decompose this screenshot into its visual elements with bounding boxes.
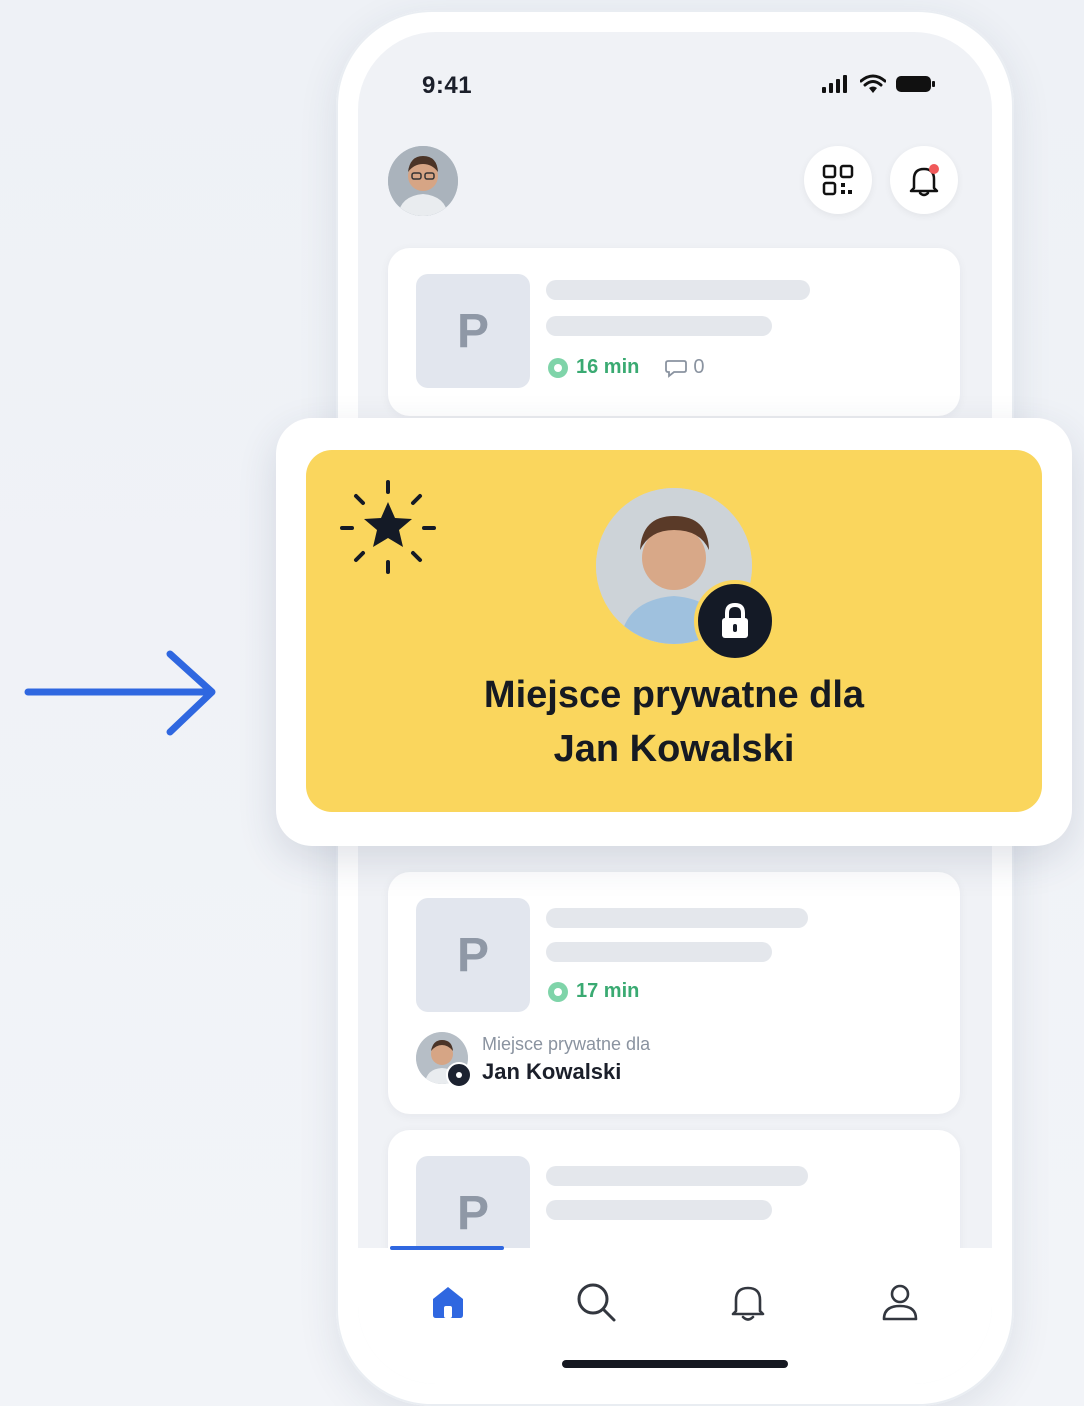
lock-icon — [694, 580, 776, 662]
card-meta: 16 min 0 — [548, 356, 704, 379]
comments-count: 0 — [665, 356, 704, 379]
wifi-icon — [860, 74, 886, 93]
status-icons — [822, 74, 936, 94]
owner-name: Jan Kowalski — [482, 1059, 622, 1084]
search-icon — [577, 1283, 616, 1322]
status-time: 9:41 — [422, 72, 473, 99]
sparkle-star-icon — [340, 480, 436, 574]
home-indicator — [562, 1360, 788, 1368]
highlight-frame: Miejsce prywatne dla Jan Kowalski — [276, 418, 1072, 846]
place-card[interactable]: P 16 min 0 — [388, 248, 960, 416]
time-icon — [548, 357, 568, 378]
active-tab-indicator — [390, 1246, 504, 1250]
arrow-right-icon — [24, 648, 224, 749]
lock-icon — [446, 1062, 472, 1088]
private-place-card[interactable]: Miejsce prywatne dla Jan Kowalski — [306, 450, 1042, 812]
qr-code-icon — [822, 164, 854, 196]
profile-icon — [882, 1284, 918, 1321]
tab-notifications[interactable] — [718, 1272, 778, 1332]
battery-icon — [896, 76, 935, 92]
place-card[interactable]: P 17 min Miejsce prywatne dla Jan Kowals… — [388, 872, 960, 1114]
title-placeholder — [546, 280, 810, 300]
duration-text: 17 min — [576, 980, 640, 1002]
subtitle-placeholder — [546, 316, 772, 336]
tab-profile[interactable] — [870, 1272, 930, 1332]
title-placeholder — [546, 1166, 808, 1186]
title-placeholder — [546, 908, 808, 928]
tab-search[interactable] — [566, 1272, 626, 1332]
time-icon — [548, 981, 568, 1002]
qr-button[interactable] — [804, 146, 872, 214]
card-thumbnail: P — [416, 274, 530, 388]
duration-text: 16 min — [576, 356, 640, 378]
owner-caption: Miejsce prywatne dla — [482, 1034, 651, 1054]
private-place-title: Miejsce prywatne dla Jan Kowalski — [306, 668, 1042, 776]
user-avatar[interactable] — [388, 146, 458, 216]
title-line-1: Miejsce prywatne dla — [483, 674, 865, 716]
owner-avatar — [416, 1032, 472, 1088]
card-meta: 17 min — [548, 980, 639, 1003]
bell-icon — [731, 1286, 765, 1321]
signal-icon — [822, 75, 847, 93]
title-line-2: Jan Kowalski — [553, 728, 795, 770]
card-thumbnail: P — [416, 898, 530, 1012]
bell-icon — [909, 164, 939, 197]
home-icon — [433, 1287, 463, 1318]
comment-icon — [665, 359, 688, 378]
tab-home[interactable] — [418, 1272, 478, 1332]
owner-row: Miejsce prywatne dla Jan Kowalski — [416, 1032, 651, 1088]
notifications-button[interactable] — [890, 146, 958, 214]
subtitle-placeholder — [546, 1200, 772, 1220]
comments-number: 0 — [693, 356, 705, 378]
subtitle-placeholder — [546, 942, 772, 962]
